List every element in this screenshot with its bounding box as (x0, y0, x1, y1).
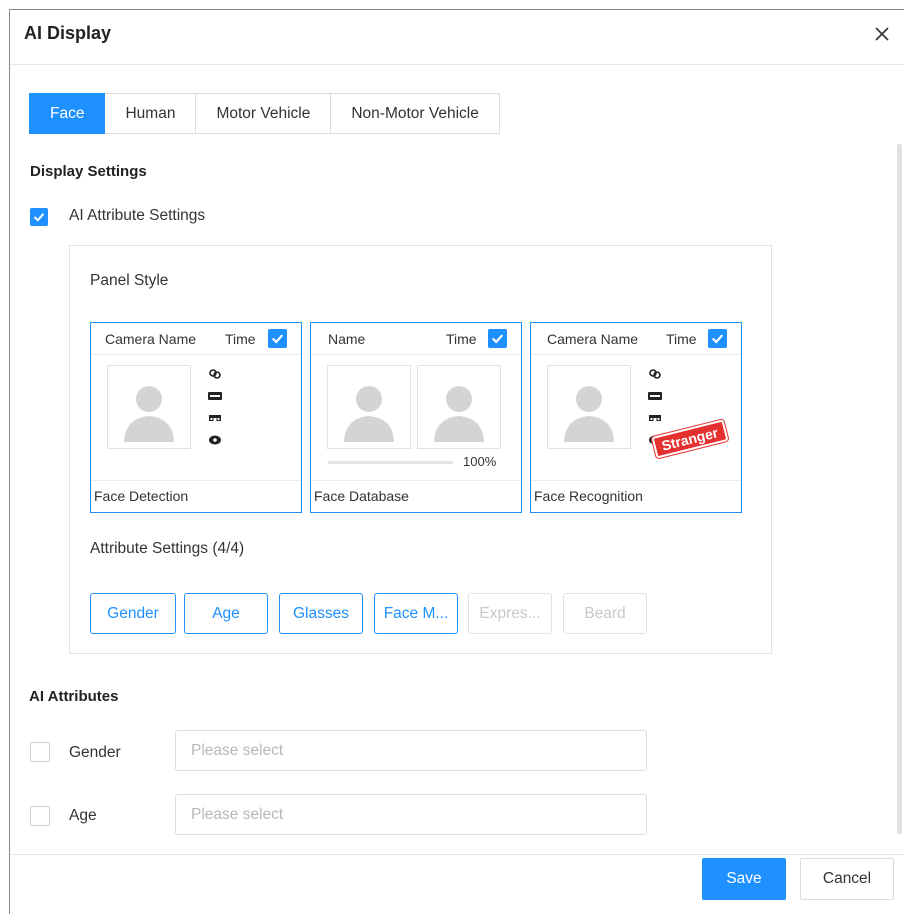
card-time-label: Time (666, 331, 697, 347)
card-header: Camera Name Time (531, 323, 741, 355)
card-time-checkbox[interactable] (708, 329, 727, 348)
person-silhouette-icon (564, 386, 614, 442)
face-photo-placeholder (327, 365, 411, 449)
gender-icon (649, 369, 661, 379)
tab-non-motor-vehicle[interactable]: Non-Motor Vehicle (331, 93, 500, 134)
card-header: Camera Name Time (91, 323, 301, 355)
person-silhouette-icon (344, 386, 394, 442)
checkmark-icon (711, 334, 724, 344)
attribute-beard-button[interactable]: Beard (563, 593, 647, 634)
card-footer: Face Database (311, 480, 521, 512)
card-name-label: Name (328, 331, 366, 347)
age-icon (208, 392, 222, 400)
mask-icon (209, 435, 221, 445)
dialog-header: AI Display (10, 10, 904, 65)
gender-select[interactable]: Please select (175, 730, 647, 771)
tab-motor-vehicle[interactable]: Motor Vehicle (196, 93, 332, 134)
attribute-age-button[interactable]: Age (184, 593, 268, 634)
card-time-checkbox[interactable] (488, 329, 507, 348)
age-checkbox[interactable] (30, 806, 50, 826)
tab-human[interactable]: Human (105, 93, 197, 134)
card-footer: Face Recognition (531, 480, 741, 512)
checkmark-icon (33, 213, 45, 222)
attribute-icons (208, 368, 224, 456)
card-caption: Face Database (314, 488, 409, 504)
gender-label: Gender (69, 744, 121, 761)
panel-style-card-face-detection[interactable]: Camera Name Time Face Detection (90, 322, 302, 513)
cancel-button[interactable]: Cancel (800, 858, 894, 900)
age-icon (648, 392, 662, 400)
attribute-settings-label: Attribute Settings (4/4) (90, 540, 245, 557)
similarity-bar (328, 461, 453, 464)
dialog-title: AI Display (24, 23, 112, 43)
display-settings-title: Display Settings (30, 163, 147, 180)
ai-display-dialog: AI Display Face Human Motor Vehicle Non-… (9, 9, 904, 914)
age-label: Age (69, 807, 97, 824)
attribute-face-mask-button[interactable]: Face M... (374, 593, 458, 634)
content-scrollbar[interactable] (897, 144, 902, 834)
close-button[interactable] (873, 21, 895, 45)
attribute-expression-button[interactable]: Expres... (468, 593, 552, 634)
person-silhouette-icon (124, 386, 174, 442)
card-footer: Face Detection (91, 480, 301, 512)
tab-bar: Face Human Motor Vehicle Non-Motor Vehic… (29, 93, 500, 134)
gender-icon (209, 369, 221, 379)
similarity-value: 100% (463, 454, 497, 469)
card-time-checkbox[interactable] (268, 329, 287, 348)
card-time-label: Time (225, 331, 256, 347)
card-name-label: Camera Name (547, 331, 639, 347)
checkmark-icon (271, 334, 284, 344)
tab-face[interactable]: Face (29, 93, 106, 134)
card-caption: Face Recognition (534, 488, 643, 504)
panel-style-label: Panel Style (90, 272, 169, 289)
database-photo-placeholder (417, 365, 501, 449)
card-name-label: Camera Name (105, 331, 197, 347)
save-button[interactable]: Save (702, 858, 786, 900)
panel-style-card-face-recognition[interactable]: Camera Name Time Stranger Face Recogniti… (530, 322, 742, 513)
glasses-icon (209, 415, 221, 421)
panel-style-card-face-database[interactable]: Name Time 100% Face Database (310, 322, 522, 513)
face-photo-placeholder (107, 365, 191, 449)
card-time-label: Time (446, 331, 477, 347)
gender-checkbox[interactable] (30, 742, 50, 762)
face-photo-placeholder (547, 365, 631, 449)
ai-attribute-settings-checkbox[interactable] (30, 208, 48, 226)
close-icon (875, 27, 889, 41)
person-silhouette-icon (434, 386, 484, 442)
attribute-glasses-button[interactable]: Glasses (279, 593, 363, 634)
ai-attributes-title: AI Attributes (29, 688, 119, 705)
card-header: Name Time (311, 323, 521, 355)
glasses-icon (649, 415, 661, 421)
ai-attribute-settings-label: AI Attribute Settings (69, 207, 206, 224)
checkmark-icon (491, 334, 504, 344)
attribute-gender-button[interactable]: Gender (90, 593, 176, 634)
card-caption: Face Detection (94, 488, 189, 504)
age-select[interactable]: Please select (175, 794, 647, 835)
